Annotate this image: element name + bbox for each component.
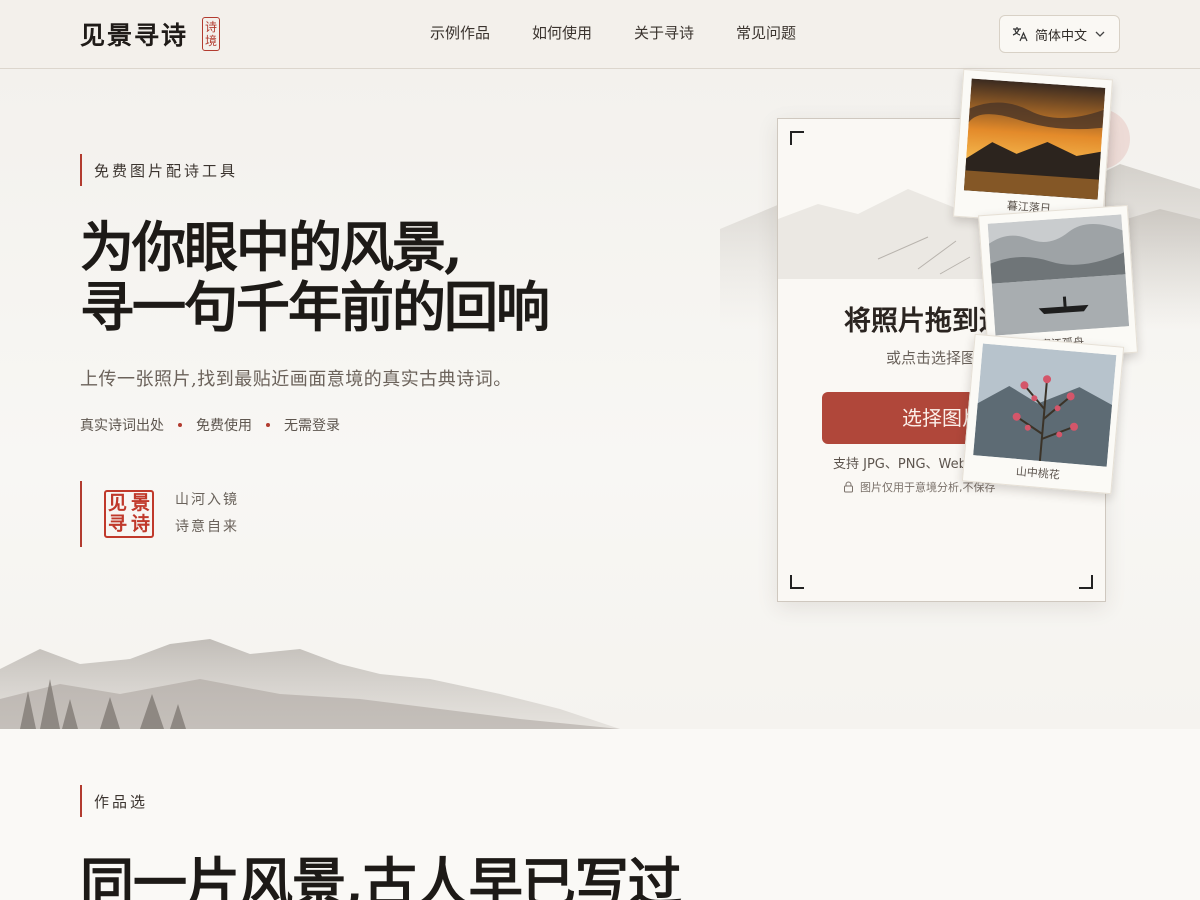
motto-line-1: 山河入镜 <box>175 492 239 508</box>
motto-line-2: 诗意自来 <box>175 519 239 535</box>
seal-stamp: 见 景 寻 诗 <box>104 490 154 538</box>
lock-icon <box>844 481 853 493</box>
sample-photo-card[interactable]: 山中桃花 <box>961 333 1125 495</box>
hero-headline-line1: 为你眼中的风景, <box>80 215 463 279</box>
language-label: 简体中文 <box>1035 28 1088 44</box>
hero-subheading: 上传一张照片,找到最贴近画面意境的真实古典诗词。 <box>80 369 512 390</box>
peach-blossom-photo-icon <box>973 343 1117 467</box>
top-navbar: 见景寻诗 诗 境 示例作品 如何使用 关于寻诗 常见问题 简体中文 <box>0 0 1200 69</box>
feature-real-sources: 真实诗词出处 <box>80 418 164 434</box>
feature-free: 免费使用 <box>196 418 252 434</box>
motto-text: 山河入镜 诗意自来 <box>175 487 239 541</box>
nav-link-how-to-use[interactable]: 如何使用 <box>532 22 592 43</box>
showcase-title: 同一片风景,古人早已写过 <box>80 851 682 900</box>
chevron-down-icon <box>1095 31 1105 37</box>
showcase-section: 作品选 同一片风景,古人早已写过 <box>0 729 1200 900</box>
language-selector[interactable]: 简体中文 <box>999 15 1120 53</box>
seal-char: 寻 <box>107 513 127 535</box>
dropzone-subtitle: 或点击选择图 <box>886 349 977 367</box>
hero-headline: 为你眼中的风景, 寻一句千年前的回响 <box>80 217 680 337</box>
frame-corner-bottom-left <box>790 575 804 589</box>
feature-no-login: 无需登录 <box>284 418 340 434</box>
nav-link-examples[interactable]: 示例作品 <box>430 22 490 43</box>
hero-tag: 免费图片配诗工具 <box>80 154 238 186</box>
brand-logo[interactable]: 见景寻诗 诗 境 <box>80 14 221 54</box>
nav-link-faq[interactable]: 常见问题 <box>736 22 796 43</box>
brand-name: 见景寻诗 <box>80 21 189 50</box>
showcase-tag: 作品选 <box>80 785 148 817</box>
feature-list: 真实诗词出处 免费使用 无需登录 <box>80 415 340 435</box>
brand-seal-char-bottom: 境 <box>205 34 218 48</box>
nav-link-about[interactable]: 关于寻诗 <box>634 22 694 43</box>
translate-icon <box>1012 27 1028 42</box>
main-nav: 示例作品 如何使用 关于寻诗 常见问题 <box>430 22 796 43</box>
frame-corner-bottom-right <box>1079 575 1093 589</box>
hero-headline-line2: 寻一句千年前的回响 <box>80 275 550 339</box>
boat-on-river-photo-icon <box>987 214 1130 336</box>
separator-dot <box>178 423 182 427</box>
frame-corner-top-left <box>790 131 804 145</box>
brand-seal-char-top: 诗 <box>205 20 218 34</box>
ink-mountains-bottom-decoration <box>0 639 620 729</box>
sunset-photo-icon <box>963 78 1106 200</box>
separator-dot <box>266 423 270 427</box>
brand-seal: 诗 境 <box>202 17 221 51</box>
seal-char: 见 <box>107 492 127 514</box>
seal-char: 诗 <box>130 513 150 535</box>
seal-char: 景 <box>130 492 150 514</box>
supported-formats: 支持 JPG、PNG、WebP <box>833 457 975 472</box>
dropzone-title: 将照片拖到这 <box>844 306 1006 337</box>
motto-block: 见 景 寻 诗 山河入镜 诗意自来 <box>80 481 239 547</box>
sample-photo-card[interactable]: 暮江落日 <box>953 68 1113 228</box>
